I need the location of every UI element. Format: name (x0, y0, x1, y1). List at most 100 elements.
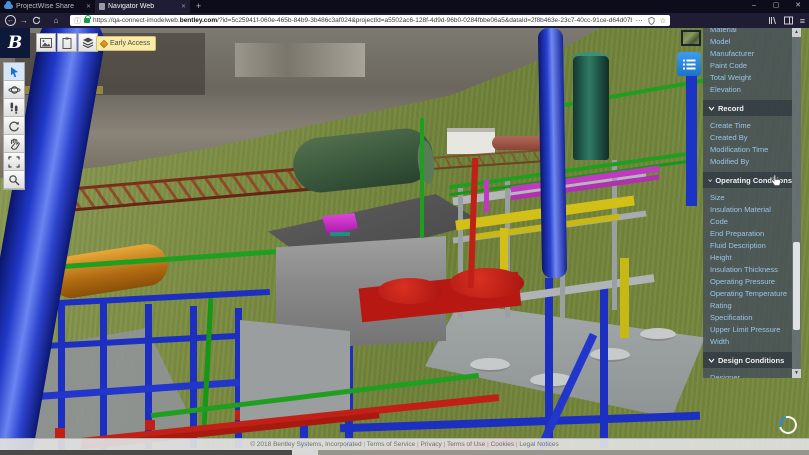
clipboard-icon[interactable] (57, 33, 77, 52)
green-horizontal-tank (291, 126, 436, 195)
section-header-design-conditions[interactable]: Design Conditions (703, 352, 792, 368)
property-link[interactable]: Insulation Thickness (710, 264, 792, 276)
teal-tank (573, 56, 609, 160)
overflow-icon[interactable]: ⋯ (636, 17, 643, 25)
fit-view-icon[interactable] (4, 153, 24, 171)
chevron-down-icon (708, 106, 715, 111)
bottom-strip (0, 450, 809, 455)
property-link[interactable]: Modified By (710, 156, 792, 168)
green-pipe (420, 118, 424, 238)
property-link[interactable]: Insulation Material (710, 204, 792, 216)
property-link[interactable]: Size (710, 192, 792, 204)
walk-icon[interactable] (4, 99, 24, 117)
property-link[interactable]: End Preparation (710, 228, 792, 240)
copyright-text: © 2018 Bentley Systems, Incorporated (250, 441, 367, 448)
close-tab-icon[interactable]: ✕ (181, 3, 186, 10)
close-button[interactable]: ✕ (787, 0, 809, 13)
property-link[interactable]: Create Time (710, 120, 792, 132)
back-button[interactable]: ← (5, 15, 16, 26)
home-button[interactable]: ⌂ (48, 14, 64, 27)
logo-letter: B (8, 33, 22, 53)
foundation-pad (590, 348, 630, 362)
pan-hand-icon[interactable] (4, 135, 24, 153)
model-viewport[interactable] (0, 28, 809, 455)
properties-panel-toggle-button[interactable] (677, 52, 701, 76)
page-info-icon[interactable]: ⓘ (74, 16, 81, 26)
blue-column (686, 56, 697, 206)
footer-link[interactable]: Terms of Use (447, 441, 491, 448)
model-thumbnail[interactable] (681, 30, 701, 46)
blue-steel-column (100, 302, 107, 450)
footer-links: Terms of ServicePrivacyTerms of UseCooki… (367, 441, 559, 448)
property-list: SizeInsulation MaterialCodeEnd Preparati… (710, 192, 792, 348)
section-title: Record (718, 104, 744, 113)
properties-panel: MaterialModelManufacturerPaint CodeTotal… (703, 28, 801, 378)
property-link[interactable]: Rating (710, 300, 792, 312)
scrollbar-thumb[interactable] (793, 242, 800, 330)
layers-icon[interactable] (78, 33, 98, 52)
property-list: MaterialModelManufacturerPaint CodeTotal… (710, 28, 792, 96)
shield-icon[interactable] (648, 17, 655, 25)
maximize-button[interactable]: ▢ (765, 0, 787, 13)
library-icon[interactable] (768, 16, 777, 25)
scroll-down-icon[interactable]: ▼ (792, 369, 801, 378)
panel-scrollbar[interactable]: ▲ ▼ (792, 28, 801, 378)
rotate-icon[interactable] (4, 117, 24, 135)
property-link[interactable]: Material (710, 28, 792, 36)
toolbar-right: ≡ (768, 13, 805, 28)
property-link[interactable]: Height (710, 252, 792, 264)
footer-link[interactable]: Legal Notices (519, 441, 558, 448)
hopper-base (330, 232, 350, 236)
view-tools-toolbar (3, 62, 25, 190)
property-link[interactable]: Elevation (710, 84, 792, 96)
property-link[interactable]: Upper Limit Pressure (710, 324, 792, 336)
refresh-button[interactable] (32, 16, 48, 25)
tab-label: Navigator Web (108, 3, 178, 10)
property-link[interactable]: Specification (710, 312, 792, 324)
factory-tanks (235, 43, 365, 77)
property-link[interactable]: Designer (710, 372, 792, 378)
mouse-cursor-hand (770, 174, 782, 188)
forward-button[interactable]: → (16, 14, 32, 27)
property-link[interactable]: Model (710, 36, 792, 48)
section-header-record[interactable]: Record (703, 100, 792, 116)
property-link[interactable]: Fluid Description (710, 240, 792, 252)
property-link[interactable]: Paint Code (710, 60, 792, 72)
image-icon[interactable] (36, 33, 56, 52)
section-title: Design Conditions (718, 356, 784, 365)
property-link[interactable]: Total Weight (710, 72, 792, 84)
property-list: Create TimeCreated ByModification TimeMo… (710, 120, 792, 168)
scrollbar-track[interactable] (792, 37, 801, 369)
red-base-plate (145, 420, 155, 430)
property-link[interactable]: Manufacturer (710, 48, 792, 60)
property-link[interactable]: Modification Time (710, 144, 792, 156)
footer-link[interactable]: Cookies (491, 441, 520, 448)
cloud-icon (4, 4, 13, 9)
property-link[interactable]: Operating Pressure (710, 276, 792, 288)
property-link[interactable]: Created By (710, 132, 792, 144)
property-link[interactable]: Width (710, 336, 792, 348)
chevron-down-icon (708, 358, 715, 363)
minimize-button[interactable]: – (743, 0, 765, 13)
select-cursor-icon[interactable] (4, 63, 24, 81)
url-bar[interactable]: ⓘ https://qa-connect-imodelweb.bentley.c… (70, 15, 670, 26)
property-link[interactable]: Code (710, 216, 792, 228)
menu-hamburger-icon[interactable]: ≡ (800, 16, 805, 26)
orbit-icon[interactable] (4, 81, 24, 99)
browser-window: ProjectWise Share ✕ Navigator Web ✕ + – … (0, 0, 809, 455)
app-toolbar (36, 33, 98, 52)
property-link[interactable]: Operating Temperature (710, 288, 792, 300)
white-shed (447, 128, 495, 154)
footer-link[interactable]: Privacy (421, 441, 448, 448)
zoom-icon[interactable] (4, 171, 24, 189)
foundation-pad (640, 328, 676, 341)
footer-link[interactable]: Terms of Service (367, 441, 421, 448)
close-tab-icon[interactable]: ✕ (86, 3, 91, 10)
new-tab-button[interactable]: + (190, 0, 207, 13)
scroll-up-icon[interactable]: ▲ (792, 28, 801, 37)
tab-navigator-web[interactable]: Navigator Web ✕ (95, 0, 190, 13)
bookmark-star-icon[interactable]: ☆ (660, 17, 666, 25)
sidebar-icon[interactable] (784, 16, 793, 25)
diamond-icon (100, 39, 108, 47)
tab-projectwise-share[interactable]: ProjectWise Share ✕ (0, 0, 95, 13)
